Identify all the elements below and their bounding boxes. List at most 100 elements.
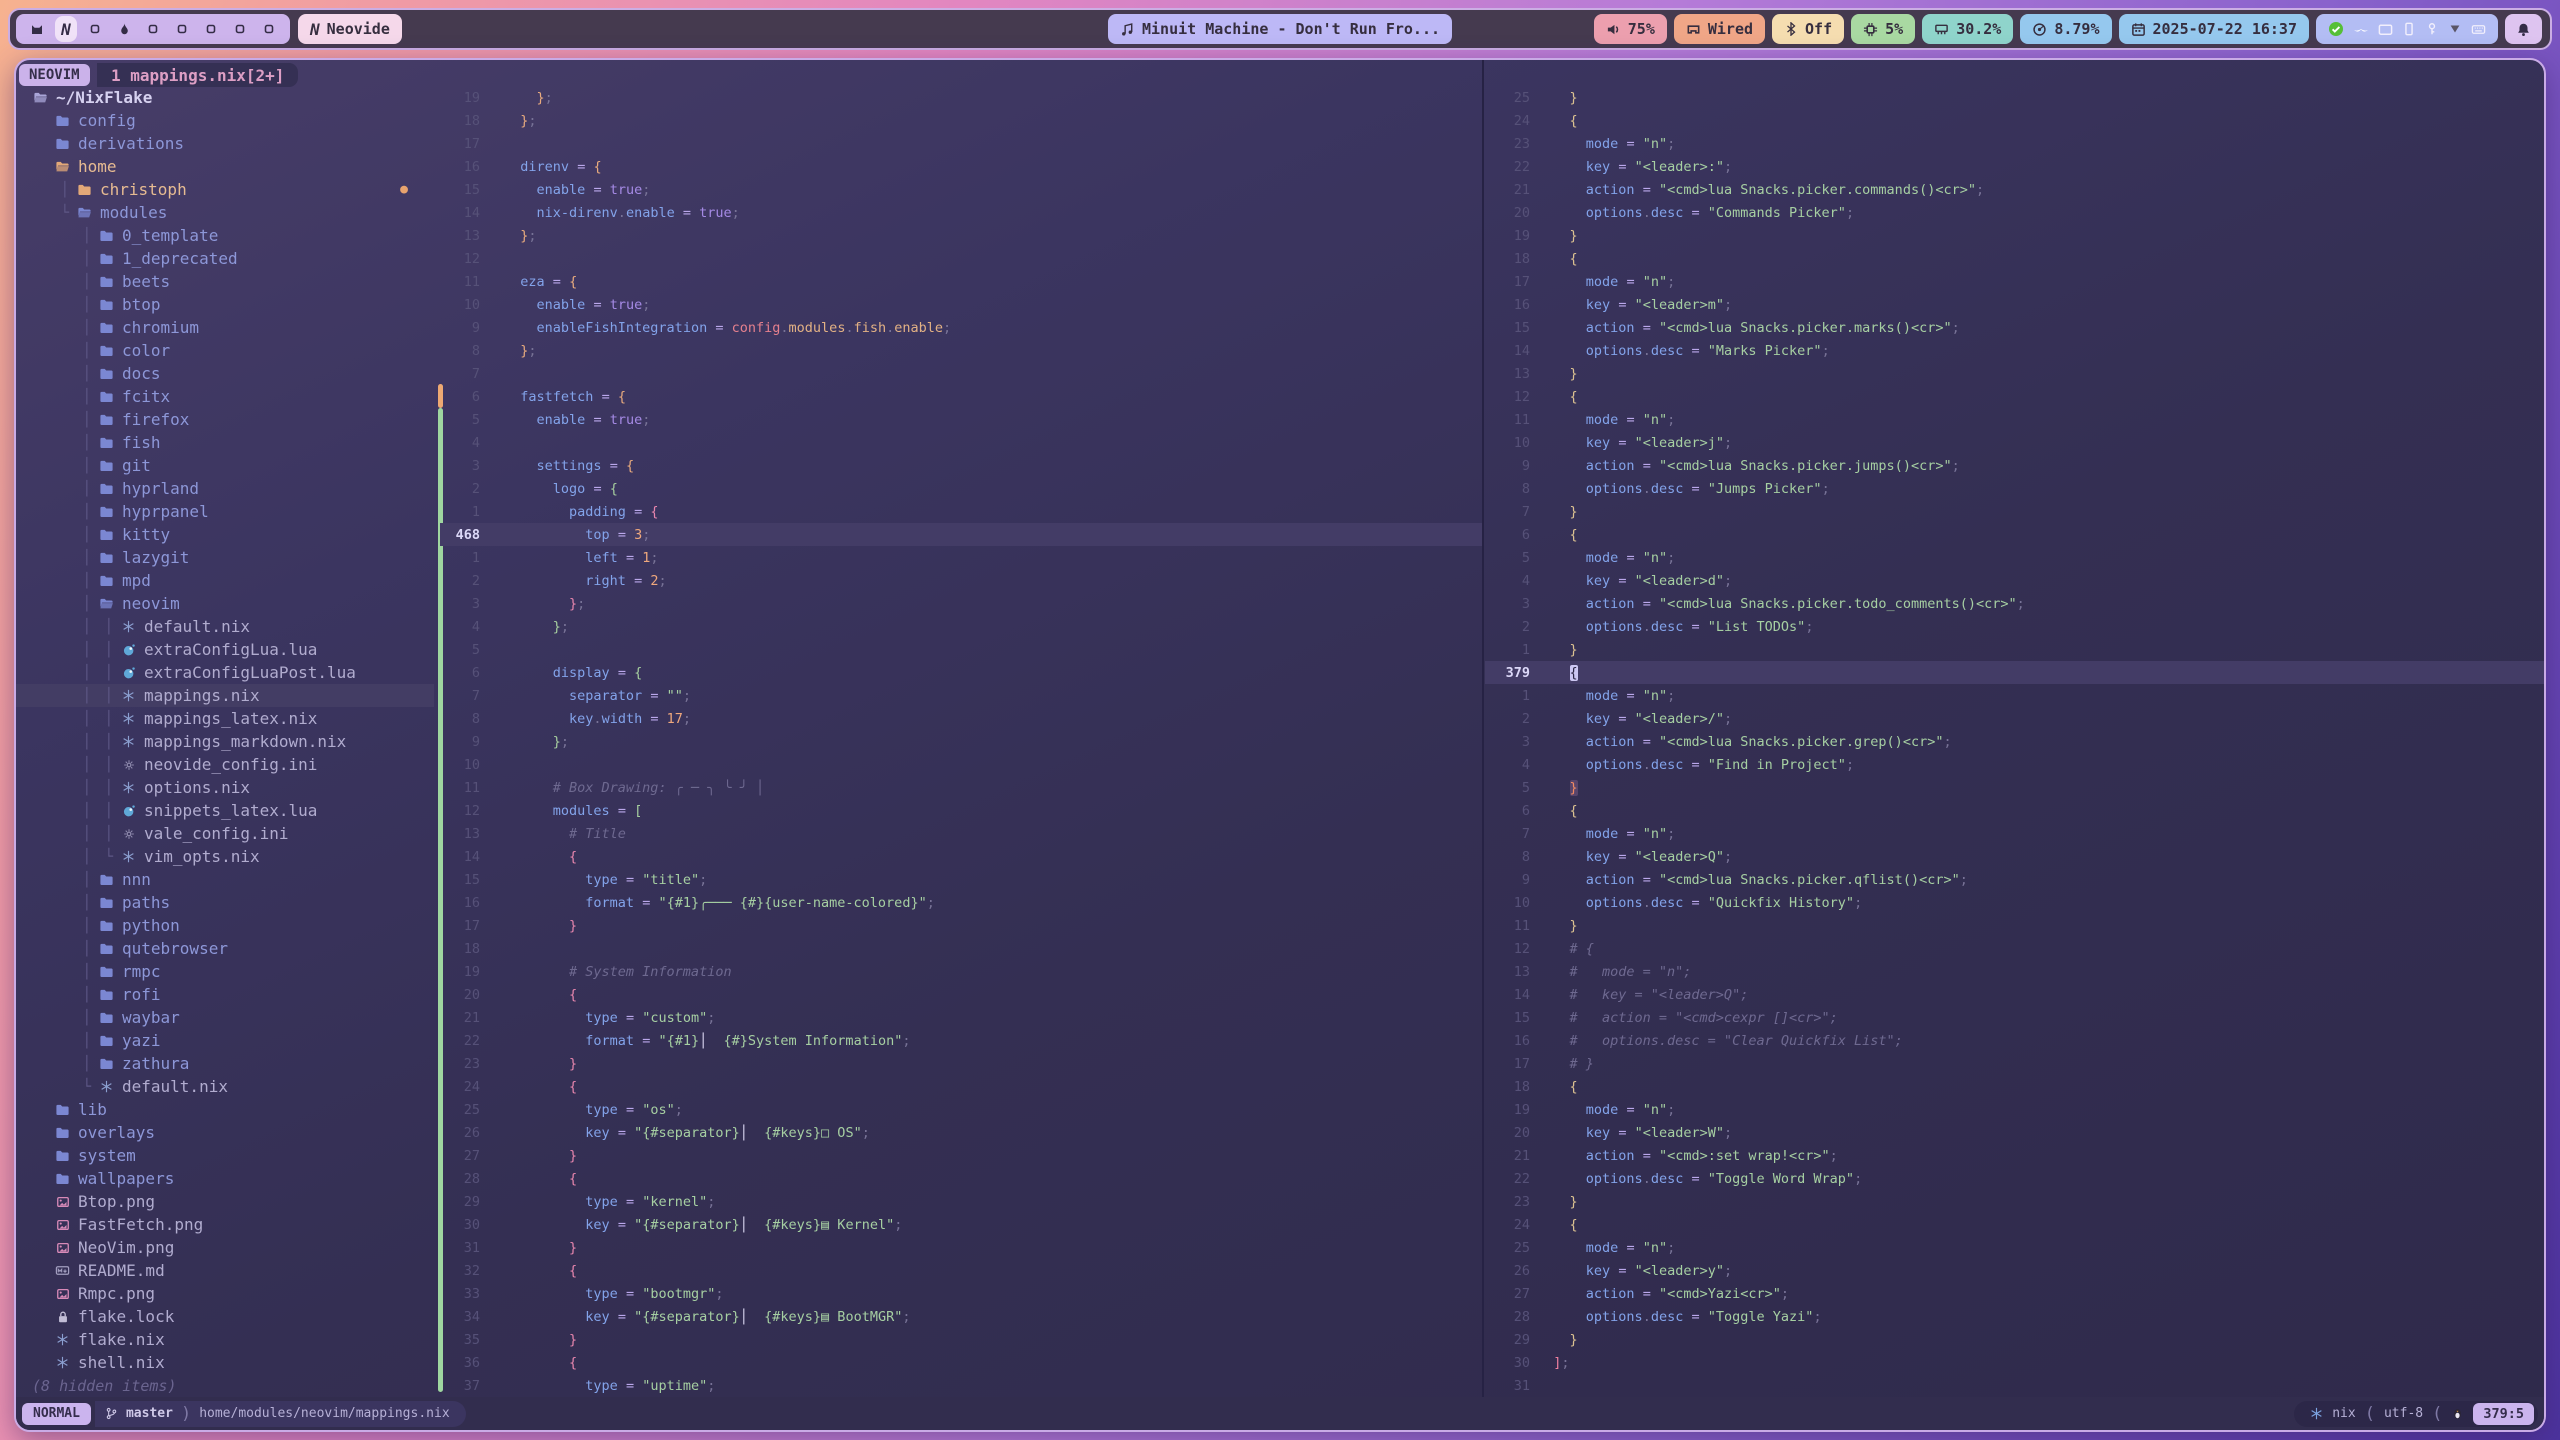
tree-item-rmpc.png[interactable]: Rmpc.png (16, 1282, 434, 1305)
code-line[interactable]: 28 { (440, 1167, 1482, 1190)
tree-item-flake.lock[interactable]: flake.lock (16, 1305, 434, 1328)
code-line[interactable]: 18 (440, 937, 1482, 960)
tree-item-btop.png[interactable]: Btop.png (16, 1190, 434, 1213)
pill-memory[interactable]: 30.2% (1922, 14, 2013, 44)
code-line[interactable]: 33 type = "bootmgr"; (440, 1282, 1482, 1305)
code-line[interactable]: 23 mode = "n"; (1485, 132, 2546, 155)
code-line[interactable]: 10 key = "<leader>j"; (1485, 431, 2546, 454)
pill-volume[interactable]: 75% (1594, 14, 1667, 44)
code-line[interactable]: 2 options.desc = "List TODOs"; (1485, 615, 2546, 638)
tree-item-home[interactable]: home (16, 155, 434, 178)
tray-icon-window[interactable] (2378, 22, 2393, 37)
workspace-icon-nlogo-2[interactable]: N (57, 18, 75, 40)
code-line[interactable]: 16 key = "<leader>m"; (1485, 293, 2546, 316)
tree-item-default.nix[interactable]: ││default.nix (16, 615, 434, 638)
code-line[interactable]: 26 key = "<leader>y"; (1485, 1259, 2546, 1282)
code-line[interactable]: 3 }; (440, 592, 1482, 615)
tree-item-neovide_config.ini[interactable]: ││neovide_config.ini (16, 753, 434, 776)
code-line[interactable]: 13 }; (440, 224, 1482, 247)
code-line[interactable]: 18 { (1485, 247, 2546, 270)
code-line[interactable]: 37 type = "uptime"; (440, 1374, 1482, 1397)
code-line[interactable]: 28 options.desc = "Toggle Yazi"; (1485, 1305, 2546, 1328)
code-line[interactable]: 31 (1485, 1374, 2546, 1397)
code-line[interactable]: 30 key = "{#separator}│ {#keys}▤ Kernel"… (440, 1213, 1482, 1236)
pill-cpu[interactable]: 5% (1851, 14, 1915, 44)
code-line[interactable]: 24 { (440, 1075, 1482, 1098)
code-line[interactable]: 29 type = "kernel"; (440, 1190, 1482, 1213)
tree-item-wallpapers[interactable]: wallpapers (16, 1167, 434, 1190)
code-line[interactable]: 4 (440, 431, 1482, 454)
tray-icon-triangle-down[interactable] (2448, 22, 2462, 36)
code-line[interactable]: 17 mode = "n"; (1485, 270, 2546, 293)
code-line[interactable]: 2 key = "<leader>/"; (1485, 707, 2546, 730)
code-line[interactable]: 22 options.desc = "Toggle Word Wrap"; (1485, 1167, 2546, 1190)
tree-item-chromium[interactable]: │chromium (16, 316, 434, 339)
notifications-button[interactable] (2505, 14, 2542, 44)
tree-item-modules[interactable]: └modules (16, 201, 434, 224)
code-line[interactable]: 21 action = "<cmd>lua Snacks.picker.comm… (1485, 178, 2546, 201)
tree-item-readme.md[interactable]: README.md (16, 1259, 434, 1282)
code-line[interactable]: 11 # Box Drawing: ╭ ─ ╮ ╰ ╯ │ (440, 776, 1482, 799)
code-line[interactable]: 9 action = "<cmd>lua Snacks.picker.qflis… (1485, 868, 2546, 891)
code-line[interactable]: 17 # } (1485, 1052, 2546, 1075)
code-line[interactable]: 20 options.desc = "Commands Picker"; (1485, 201, 2546, 224)
code-line[interactable]: 9 enableFishIntegration = config.modules… (440, 316, 1482, 339)
tree-item-paths[interactable]: │paths (16, 891, 434, 914)
code-line[interactable]: 25 mode = "n"; (1485, 1236, 2546, 1259)
tree-item-hyprland[interactable]: │hyprland (16, 477, 434, 500)
code-line[interactable]: 7 mode = "n"; (1485, 822, 2546, 845)
code-line[interactable]: 6 fastfetch = { (440, 385, 1482, 408)
code-line[interactable]: 27 } (440, 1144, 1482, 1167)
code-line[interactable]: 14 options.desc = "Marks Picker"; (1485, 339, 2546, 362)
editor-pane-left[interactable]: 19 };18 };1716 direnv = {15 enable = tru… (440, 86, 1482, 1397)
code-line[interactable]: 10 (440, 753, 1482, 776)
tree-item-mappings_latex.nix[interactable]: ││mappings_latex.nix (16, 707, 434, 730)
code-line[interactable]: 25 type = "os"; (440, 1098, 1482, 1121)
code-line[interactable]: 12 # { (1485, 937, 2546, 960)
tree-item-christoph[interactable]: │christoph● (16, 178, 434, 201)
code-line[interactable]: 3 action = "<cmd>lua Snacks.picker.grep(… (1485, 730, 2546, 753)
workspace-icon-square-8[interactable] (231, 18, 249, 40)
tree-item-flake.nix[interactable]: flake.nix (16, 1328, 434, 1351)
tree-item-default.nix[interactable]: └default.nix (16, 1075, 434, 1098)
tree-item-mpd[interactable]: │mpd (16, 569, 434, 592)
code-line[interactable]: 2 logo = { (440, 477, 1482, 500)
tray-icon-keyboard[interactable] (2471, 22, 2486, 37)
tree-item-vale_config.ini[interactable]: ││vale_config.ini (16, 822, 434, 845)
code-line[interactable]: 27 action = "<cmd>Yazi<cr>"; (1485, 1282, 2546, 1305)
code-line[interactable]: 11 } (1485, 914, 2546, 937)
code-line[interactable]: 15 type = "title"; (440, 868, 1482, 891)
code-line[interactable]: 29 } (1485, 1328, 2546, 1351)
tree-item-rofi[interactable]: │rofi (16, 983, 434, 1006)
tray-icon-phone[interactable] (2402, 22, 2416, 36)
editor-pane-right[interactable]: 25 }24 {23 mode = "n";22 key = "<leader>… (1485, 86, 2546, 1397)
code-line[interactable]: 13 # mode = "n"; (1485, 960, 2546, 983)
code-line[interactable]: 12 (440, 247, 1482, 270)
pane-divider[interactable] (1482, 60, 1484, 1397)
code-line[interactable]: 25 } (1485, 86, 2546, 109)
code-line[interactable]: 9 }; (440, 730, 1482, 753)
code-line[interactable]: 19 # System Information (440, 960, 1482, 983)
tree-item-0_template[interactable]: │0_template (16, 224, 434, 247)
tree-item-yazi[interactable]: │yazi (16, 1029, 434, 1052)
tree-item-firefox[interactable]: │firefox (16, 408, 434, 431)
workspace-icon-square-3[interactable] (86, 18, 104, 40)
pill-network[interactable]: Wired (1674, 14, 1765, 44)
tree-item-fcitx[interactable]: │fcitx (16, 385, 434, 408)
code-line[interactable]: 34 key = "{#separator}│ {#keys}▤ BootMGR… (440, 1305, 1482, 1328)
code-line[interactable]: 379 { (1485, 661, 2546, 684)
tree-item-hyprpanel[interactable]: │hyprpanel (16, 500, 434, 523)
tree-item-nnn[interactable]: │nnn (16, 868, 434, 891)
tree-item-color[interactable]: │color (16, 339, 434, 362)
code-line[interactable]: 20 key = "<leader>W"; (1485, 1121, 2546, 1144)
tree-item-nixflake[interactable]: ~/NixFlake (16, 86, 434, 109)
tree-item-mappings.nix[interactable]: ││mappings.nix (16, 684, 434, 707)
workspace-icon-cat-1[interactable] (28, 18, 46, 40)
code-line[interactable]: 3 settings = { (440, 454, 1482, 477)
code-line[interactable]: 11 eza = { (440, 270, 1482, 293)
code-line[interactable]: 15 action = "<cmd>lua Snacks.picker.mark… (1485, 316, 2546, 339)
code-line[interactable]: 9 action = "<cmd>lua Snacks.picker.jumps… (1485, 454, 2546, 477)
code-line[interactable]: 22 key = "<leader>:"; (1485, 155, 2546, 178)
code-line[interactable]: 10 enable = true; (440, 293, 1482, 316)
code-line[interactable]: 8 key = "<leader>Q"; (1485, 845, 2546, 868)
